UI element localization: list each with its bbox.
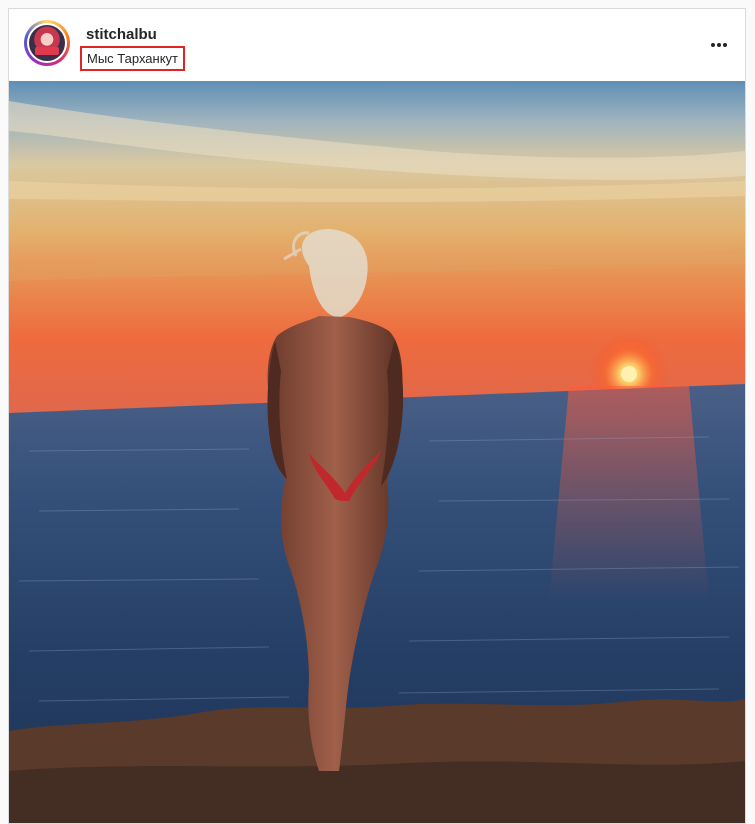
cliff-shadow <box>9 761 745 823</box>
avatar-story-ring[interactable] <box>24 20 70 66</box>
sun <box>621 366 637 382</box>
more-options-button[interactable] <box>703 31 735 59</box>
avatar[interactable] <box>27 23 67 63</box>
location-highlight[interactable]: Мыс Тарханкут <box>80 46 186 71</box>
post-photo[interactable] <box>9 81 745 823</box>
more-options-icon <box>711 43 727 47</box>
username-link[interactable]: stitchalbu <box>86 26 157 43</box>
location-link[interactable]: Мыс Тарханкут <box>87 51 178 66</box>
post-card: stitchalbu Мыс Тарханкут <box>8 8 746 824</box>
post-header: stitchalbu Мыс Тарханкут <box>9 9 745 81</box>
sunset-sea-photo <box>9 81 745 823</box>
